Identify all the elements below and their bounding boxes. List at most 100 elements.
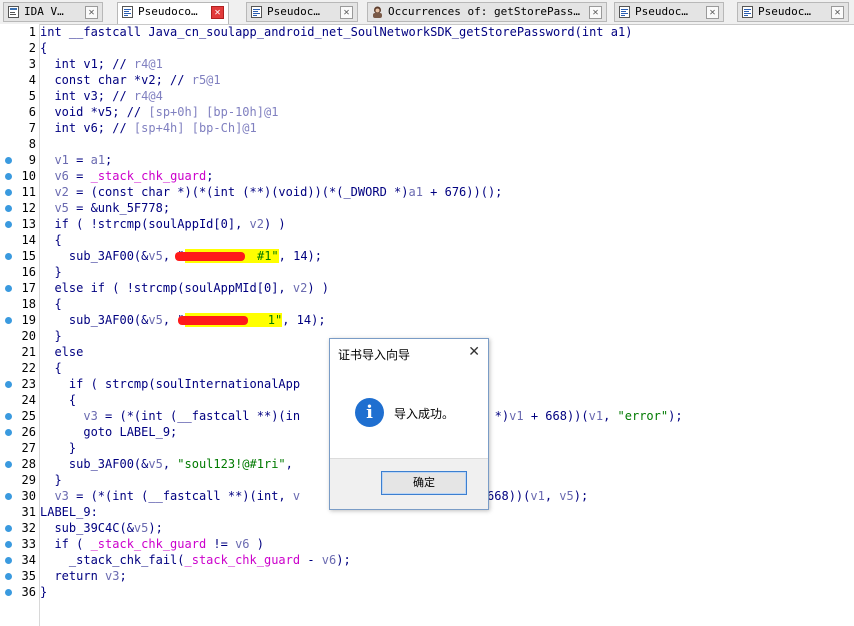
tab-pseudocode[interactable]: Pseudoc… ✕ <box>246 2 358 22</box>
pseudocode-icon <box>742 6 753 18</box>
line-number: 16 <box>21 265 36 279</box>
line-number: 15 <box>21 249 36 263</box>
code-text: { <box>40 41 48 55</box>
code-line[interactable]: 35 return v3; <box>0 568 854 584</box>
code-line[interactable]: 13 if ( !strcmp(soulAppId[0], v2) ) <box>0 216 854 232</box>
code-line[interactable]: 7 int v6; // [sp+4h] [bp-Ch]@1 <box>0 120 854 136</box>
line-number: 31 <box>21 505 36 519</box>
code-text: v2 = (const char *)(*(int (**)(void))(*(… <box>54 185 503 199</box>
code-line[interactable]: 16 } <box>0 264 854 280</box>
highlighted-string: s1" <box>177 313 283 327</box>
pseudocode-editor[interactable]: 1 int __fastcall Java_cn_soulapp_android_… <box>0 24 854 600</box>
close-icon[interactable]: ✕ <box>85 6 98 19</box>
code-line[interactable]: 17 else if ( !strcmp(soulAppMId[0], v2) … <box>0 280 854 296</box>
tab-occurrences[interactable]: Occurrences of: getStorePass… ✕ <box>367 2 607 22</box>
code-line[interactable]: 5 int v3; // r4@4 <box>0 88 854 104</box>
tab-label: Occurrences of: getStorePass… <box>388 5 581 18</box>
code-line[interactable]: 36} <box>0 584 854 600</box>
close-icon[interactable]: ✕ <box>589 6 602 19</box>
code-line[interactable]: 1 int __fastcall Java_cn_soulapp_android_… <box>0 24 854 40</box>
line-number: 18 <box>21 297 36 311</box>
code-line[interactable]: 4 const char *v2; // r5@1 <box>0 72 854 88</box>
line-number: 26 <box>21 425 36 439</box>
line-number: 1 <box>28 25 36 39</box>
code-line[interactable]: 18 { <box>0 296 854 312</box>
code-line[interactable]: 34 _stack_chk_fail(_stack_chk_guard - v6… <box>0 552 854 568</box>
code-text: sub_3AF00(&v5, "so#1", 14); <box>40 249 323 263</box>
code-line[interactable]: 32 sub_39C4C(&v5); <box>0 520 854 536</box>
code-text: const char *v2; // r5@1 <box>40 73 221 87</box>
tab-label: Pseudoc… <box>635 5 688 18</box>
tab-ida-view[interactable]: IDA V… ✕ <box>3 2 103 22</box>
code-text: v5 = &unk_5F778; <box>54 201 171 215</box>
tab-label: IDA V… <box>24 5 64 18</box>
tab-label: Pseudoc… <box>267 5 320 18</box>
ok-button[interactable]: 确定 <box>381 471 467 495</box>
tab-label: Pseudoco… <box>138 5 198 18</box>
close-icon[interactable]: ✕ <box>340 6 353 19</box>
code-line[interactable]: 15 sub_3AF00(&v5, "so#1", 14); <box>0 248 854 264</box>
code-line[interactable]: 19 sub_3AF00(&v5, "s1", 14); <box>0 312 854 328</box>
line-number: 3 <box>28 57 36 71</box>
tab-pseudocode[interactable]: Pseudoc… ✕ <box>614 2 724 22</box>
code-text: else <box>40 345 84 359</box>
code-text: if ( _stack_chk_guard != v6 ) <box>40 537 264 551</box>
code-text: int v1; // r4@1 <box>40 57 163 71</box>
code-text: } <box>40 585 48 599</box>
code-text: return v3; <box>40 569 127 583</box>
highlighted-string: so#1" <box>174 249 279 263</box>
line-number: 22 <box>21 361 36 375</box>
info-icon: i <box>355 398 384 427</box>
line-number: 11 <box>21 185 36 199</box>
code-line[interactable]: 11 v2 = (const char *)(*(int (**)(void))… <box>0 184 854 200</box>
code-text: v1 = a1; <box>54 153 113 167</box>
tab-pseudocode[interactable]: Pseudoc… ✕ <box>737 2 849 22</box>
code-text: } <box>40 329 62 343</box>
dialog-message: 导入成功。 <box>394 407 455 421</box>
code-line[interactable]: 33 if ( _stack_chk_guard != v6 ) <box>0 536 854 552</box>
certificate-import-dialog: 证书导入向导 ✕ i 导入成功。 确定 <box>329 338 489 510</box>
code-line[interactable]: 14 { <box>0 232 854 248</box>
occurrences-icon <box>372 6 383 18</box>
code-line[interactable]: 10 v6 = _stack_chk_guard; <box>0 168 854 184</box>
code-line[interactable]: 3 int v1; // r4@1 <box>0 56 854 72</box>
close-icon[interactable]: ✕ <box>468 344 480 360</box>
line-number: 2 <box>28 41 36 55</box>
code-line[interactable]: 6 void *v5; // [sp+0h] [bp-10h]@1 <box>0 104 854 120</box>
line-number: 33 <box>21 537 36 551</box>
code-line[interactable]: 2{ <box>0 40 854 56</box>
redaction-mark <box>174 252 245 261</box>
line-number: 35 <box>21 569 36 583</box>
dialog-title: 证书导入向导 <box>338 348 411 362</box>
code-text: sub_3AF00(&v5, "s1", 14); <box>40 313 326 327</box>
line-number: 24 <box>21 393 36 407</box>
line-number: 21 <box>21 345 36 359</box>
code-text: } <box>40 441 77 455</box>
code-line[interactable]: 9 v1 = a1; <box>0 152 854 168</box>
code-text: { <box>40 361 62 375</box>
code-text: void *v5; // [sp+0h] [bp-10h]@1 <box>40 105 279 119</box>
close-icon[interactable]: ✕ <box>706 6 719 19</box>
code-text: sub_39C4C(&v5); <box>40 521 163 535</box>
redaction-mark <box>177 316 248 325</box>
code-text: } <box>40 473 62 487</box>
line-number: 13 <box>21 217 36 231</box>
tab-bar: IDA V… ✕ Pseudoco… ✕ Pseudoc… ✕ Occurren… <box>0 0 854 25</box>
line-number: 23 <box>21 377 36 391</box>
code-line[interactable]: 12 v5 = &unk_5F778; <box>0 200 854 216</box>
line-number: 7 <box>28 121 36 135</box>
line-number: 12 <box>21 201 36 215</box>
close-icon[interactable]: ✕ <box>831 6 844 19</box>
close-icon[interactable]: ✕ <box>211 6 224 19</box>
code-line[interactable]: 8 <box>0 136 854 152</box>
line-number: 9 <box>28 153 36 167</box>
pseudocode-icon <box>619 6 630 18</box>
line-number: 34 <box>21 553 36 567</box>
code-text: if ( !strcmp(soulAppId[0], v2) ) <box>40 217 286 231</box>
line-number: 25 <box>21 409 36 423</box>
ida-view-icon <box>8 6 19 18</box>
code-text: v3 = (*(int (__fastcall **)(int, v1 + 66… <box>54 489 589 503</box>
line-number: 28 <box>21 457 36 471</box>
tab-pseudocode-active[interactable]: Pseudoco… ✕ <box>117 2 229 24</box>
code-text: goto LABEL_9; <box>40 425 178 439</box>
